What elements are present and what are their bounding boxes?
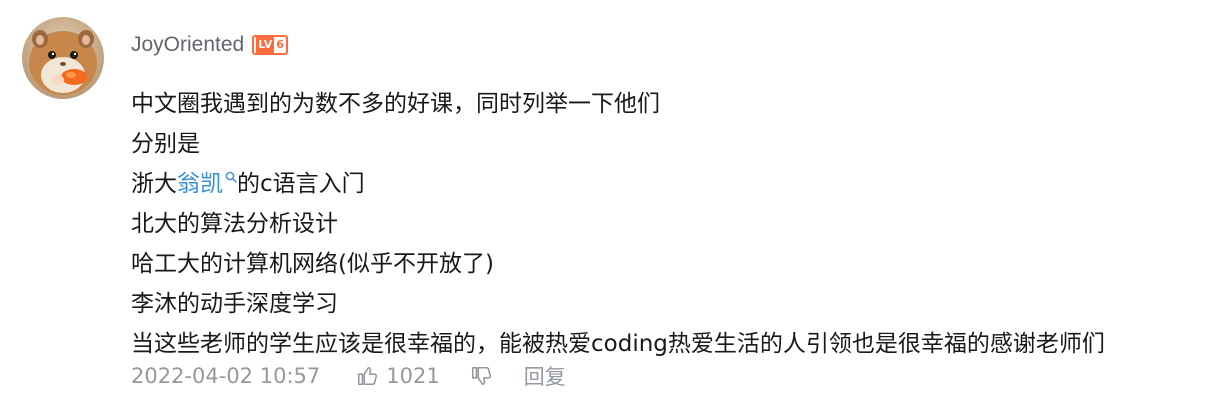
comment-line: 哈工大的计算机网络(似乎不开放了) [131, 251, 494, 277]
comment-content: 中文圈我遇到的为数不多的好课，同时列举一下他们 分别是 浙大翁凯 的c语言入门 北… [131, 84, 1201, 364]
like-count: 1021 [386, 364, 440, 388]
search-icon [225, 171, 237, 183]
level-badge-number: 6 [276, 38, 284, 51]
thumbs-up-icon [358, 366, 378, 386]
comment-text: 的c语言入门 [237, 171, 365, 197]
comment-line: 北大的算法分析设计 [131, 211, 338, 237]
username[interactable]: JoyOriented [131, 33, 244, 57]
dislike-button[interactable] [470, 365, 492, 387]
comment-line: 中文圈我遇到的为数不多的好课，同时列举一下他们 [131, 91, 660, 117]
reply-button[interactable]: 回复 [524, 361, 566, 391]
comment-text: 浙大 [131, 171, 177, 197]
avatar[interactable] [22, 17, 104, 99]
comment-line: 李沐的动手深度学习 [131, 291, 338, 317]
comment-footer: 2022-04-02 10:57 1021 回复 [131, 360, 566, 392]
like-button[interactable]: 1021 [356, 364, 440, 388]
hamster-avatar-image [22, 17, 104, 99]
comment-header: JoyOriented LV 6 [131, 31, 288, 59]
comment-line: 分别是 [131, 131, 200, 157]
thumbs-down-icon [471, 366, 491, 386]
level-badge-prefix: LV [256, 37, 275, 53]
comment-item: JoyOriented LV 6 中文圈我遇到的为数不多的好课，同时列举一下他们… [0, 0, 1211, 403]
comment-line: 当这些老师的学生应该是很幸福的，能被热爱coding热爱生活的人引领也是很幸福的… [131, 331, 1105, 357]
search-keyword-text: 翁凯 [177, 171, 223, 197]
search-keyword-link[interactable]: 翁凯 [177, 171, 237, 197]
level-badge: LV 6 [252, 35, 288, 55]
comment-line: 浙大翁凯 的c语言入门 [131, 164, 1201, 204]
comment-timestamp: 2022-04-02 10:57 [131, 364, 321, 388]
